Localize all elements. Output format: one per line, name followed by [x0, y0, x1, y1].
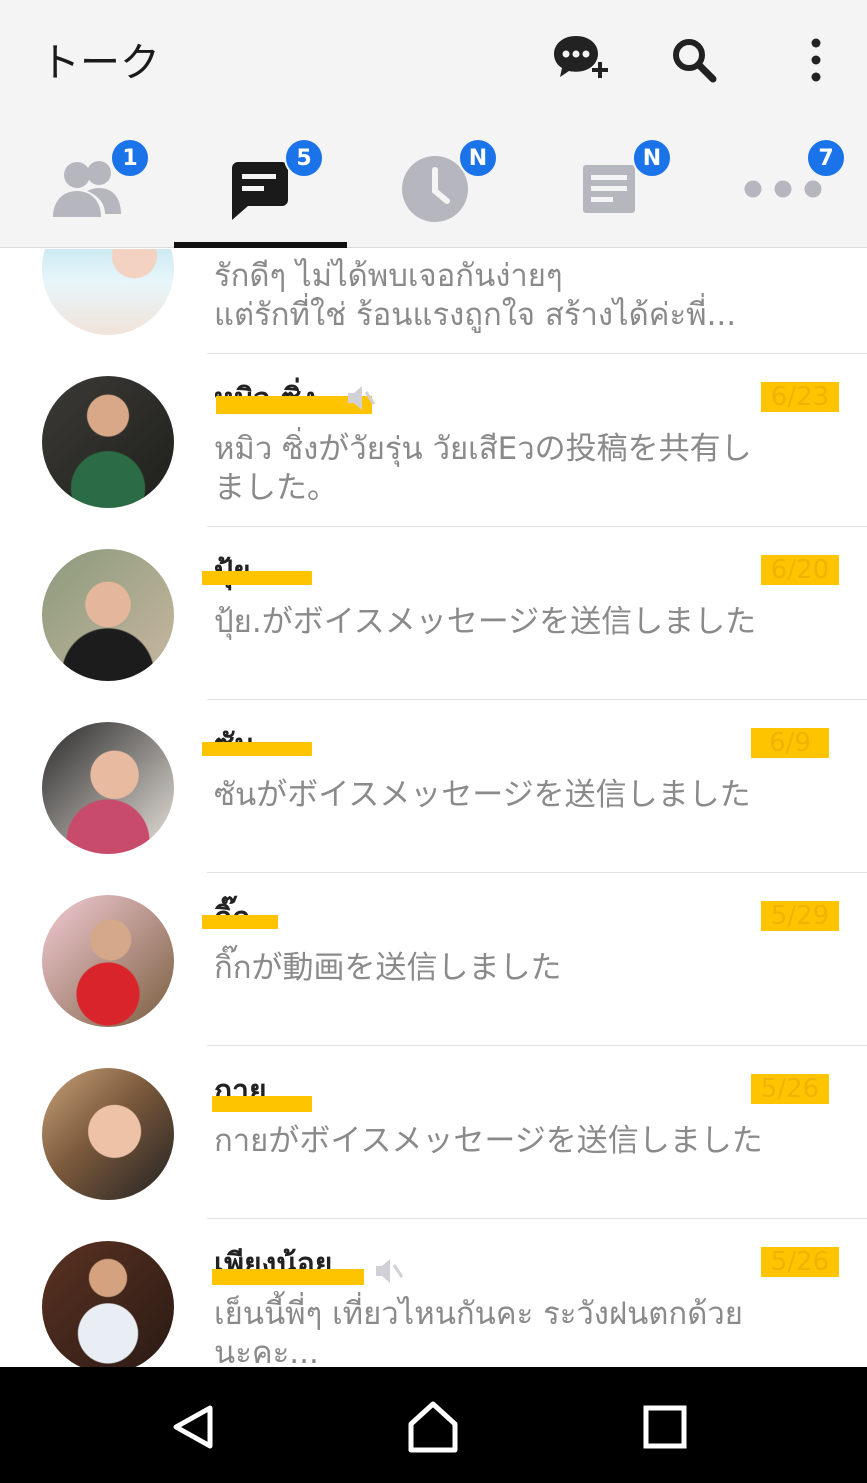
chat-date: 5/26 [751, 1074, 829, 1104]
tab-bar: 1 5 N N 7 [0, 130, 867, 248]
avatar [42, 549, 174, 681]
search-button[interactable] [662, 28, 726, 92]
chat-preview: หมิว ซิ่งがวัยรุ่น วัยเสีEวの投稿を共有しました。 [214, 431, 752, 506]
name-redaction [212, 1096, 312, 1112]
system-nav-bar [0, 1367, 867, 1483]
more-options-button[interactable] [784, 28, 848, 92]
chat-row[interactable]: หมิว ซิ่ง 6/23 หมิว ซิ่งがวัยรุ่น วัยเสีE… [0, 354, 867, 527]
back-icon [173, 1405, 213, 1449]
news-icon [583, 165, 635, 213]
tab-chats[interactable]: 5 [174, 130, 348, 248]
chat-row[interactable]: ปุ้ย. 6/20 ปุ้ย.がボイスメッセージを送信しました [0, 527, 867, 700]
tab-more[interactable]: 7 [696, 130, 867, 248]
avatar [42, 1068, 174, 1200]
more-vertical-icon [811, 38, 821, 82]
name-redaction [202, 915, 278, 929]
tab-badge: 7 [806, 138, 846, 178]
name-redaction [202, 571, 312, 585]
chat-date: 5/29 [761, 901, 839, 931]
chat-row[interactable]: รักดีๆ ไม่ได้พบเจอกันง่ายๆ แต่รักที่ใช่ … [0, 249, 867, 354]
recents-icon [643, 1405, 687, 1449]
active-tab-indicator [174, 242, 347, 248]
tab-badge: 1 [110, 138, 150, 178]
mute-icon [348, 386, 376, 410]
tab-friends[interactable]: 1 [0, 130, 174, 248]
chat-preview: กิ๊กが動画を送信しました [214, 950, 562, 986]
chat-preview: รักดีๆ ไม่ได้พบเจอกันง่ายๆ แต่รักที่ใช่ … [214, 258, 737, 333]
chat-date: 5/26 [761, 1247, 839, 1277]
search-icon [673, 39, 717, 83]
back-button[interactable] [163, 1397, 223, 1457]
chat-row[interactable]: เพียงน้อย 5/26 เย็นนี้พี่ๆ เที่ยวไหนกันค… [0, 1219, 867, 1367]
avatar [42, 895, 174, 1027]
chat-preview: กายがボイスメッセージを送信しました [214, 1123, 763, 1159]
chat-date: 6/23 [761, 382, 839, 412]
chats-icon [232, 162, 288, 220]
avatar [42, 722, 174, 854]
name-redaction [212, 1269, 364, 1285]
app-header: トーク 1 5 N N 7 [0, 0, 867, 248]
chat-preview: ปุ้ย.がボイスメッセージを送信しました [214, 604, 757, 640]
page-title: トーク [40, 40, 160, 86]
chat-list[interactable]: รักดีๆ ไม่ได้พบเจอกันง่ายๆ แต่รักที่ใช่ … [0, 249, 867, 1367]
mute-icon [376, 1259, 404, 1283]
more-horizontal-icon [744, 180, 822, 198]
new-chat-icon [554, 36, 608, 78]
tab-badge: 5 [284, 138, 324, 178]
tab-badge: N [458, 138, 498, 178]
tab-timeline[interactable]: N [348, 130, 522, 248]
name-redaction [202, 742, 312, 756]
chat-date: 6/9 [751, 728, 829, 758]
chat-row[interactable]: กาย 5/26 กายがボイスメッセージを送信しました [0, 1046, 867, 1219]
chat-preview: ซันがボイスメッセージを送信しました [214, 777, 751, 813]
chat-date: 6/20 [761, 555, 839, 585]
avatar [42, 376, 174, 508]
chat-row[interactable]: กิ๊ก 5/29 กิ๊กが動画を送信しました [0, 873, 867, 1046]
tab-news[interactable]: N [522, 130, 696, 248]
avatar [42, 1241, 174, 1367]
chat-row[interactable]: ซัน 6/9 ซันがボイスメッセージを送信しました [0, 700, 867, 873]
home-button[interactable] [403, 1397, 463, 1457]
avatar [42, 249, 174, 335]
line-talk-screen: トーク 1 5 N N 7 รักดีๆ ไม่ได้พบเจอกันง่ายๆ… [0, 0, 867, 1483]
recents-button[interactable] [635, 1397, 695, 1457]
tab-badge: N [632, 138, 672, 178]
new-chat-button[interactable] [548, 28, 612, 92]
chat-preview: เย็นนี้พี่ๆ เที่ยวไหนกันคะ ระวังฝนตกด้วย… [214, 1296, 743, 1367]
home-icon [408, 1401, 458, 1453]
